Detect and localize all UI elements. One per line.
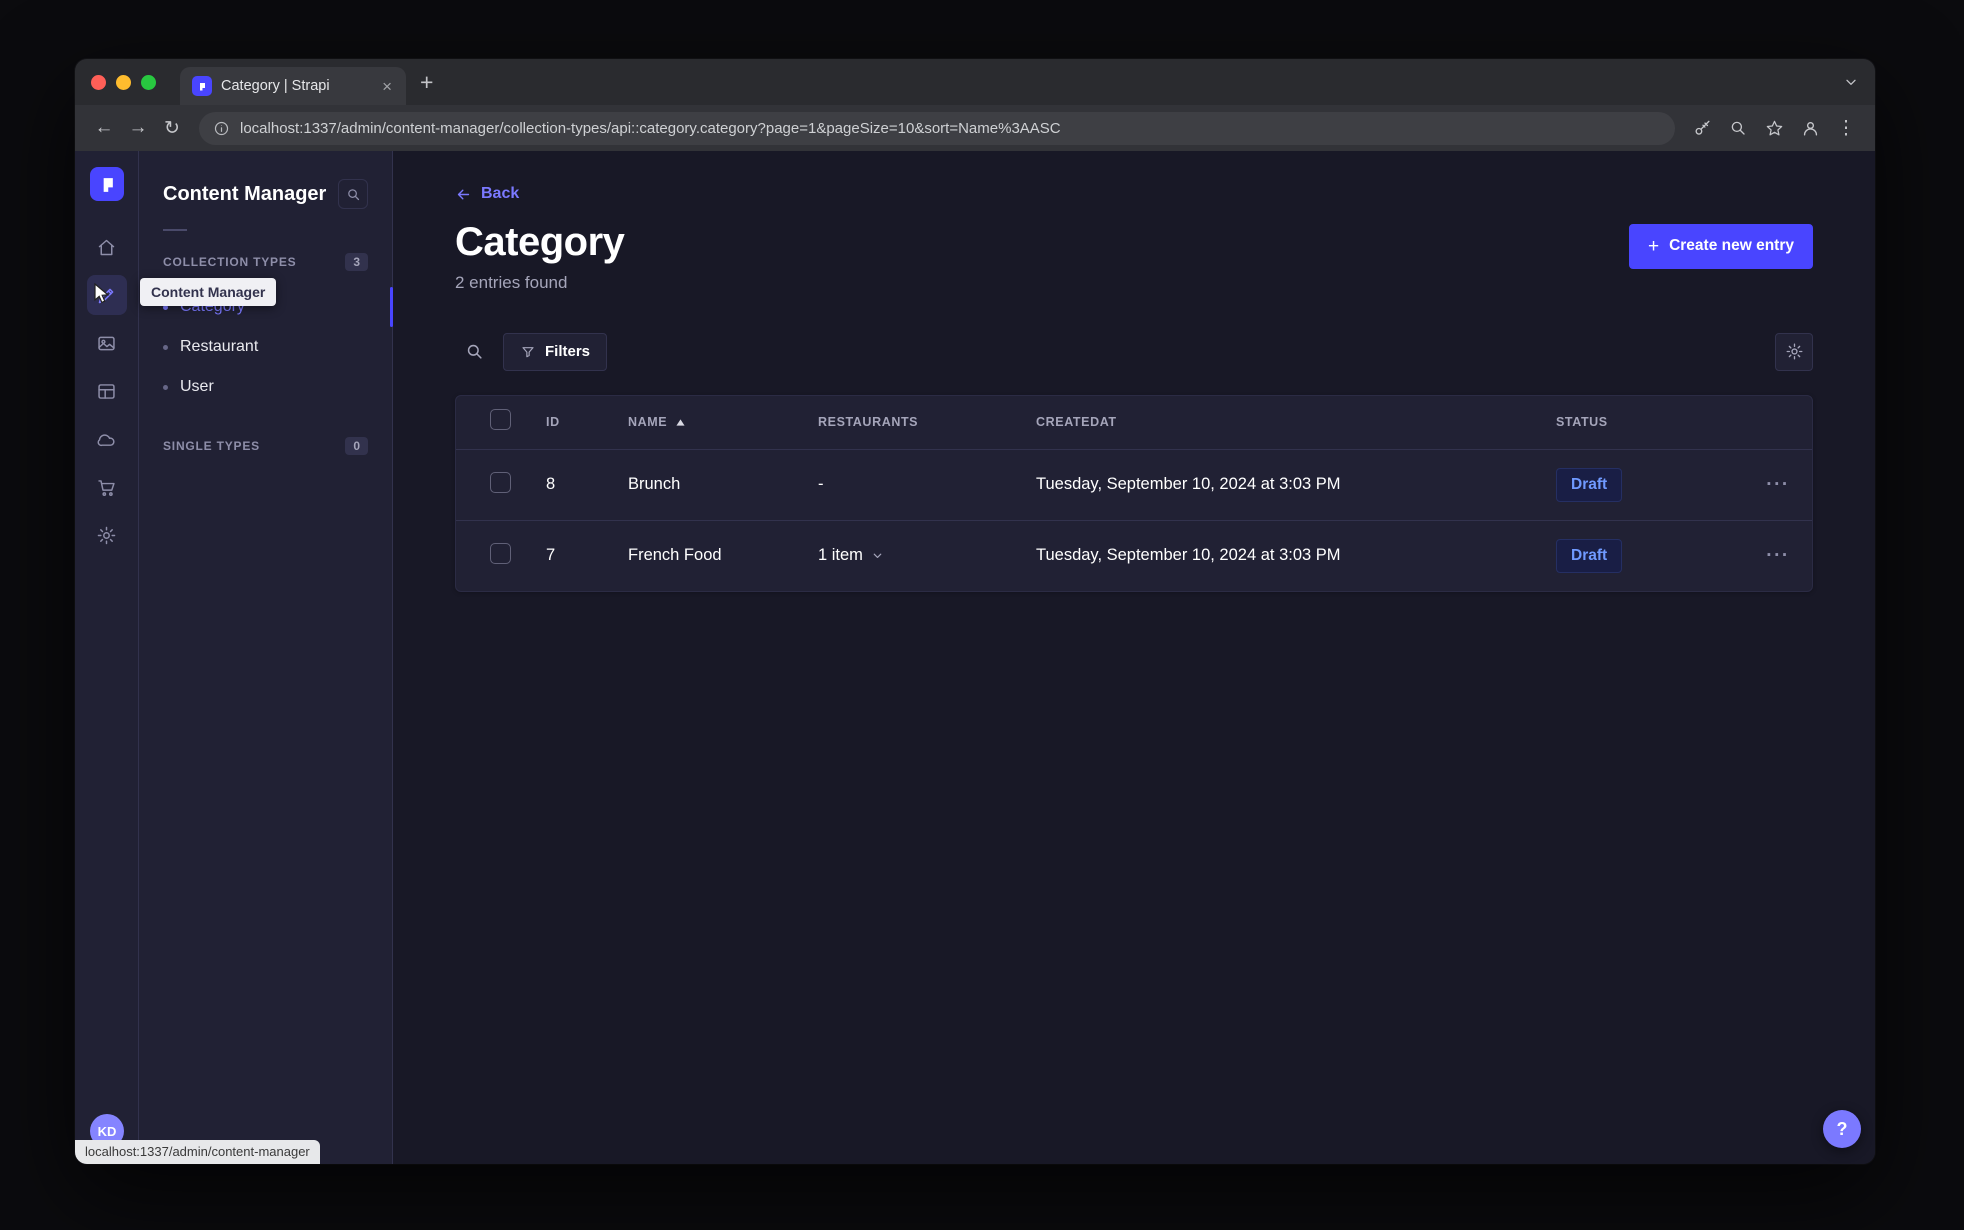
- arrow-left-icon: [457, 189, 470, 199]
- entries-table: ID NAME RESTAURANTS CREATEDAT STATUS 8 B…: [455, 394, 1813, 592]
- tab-close-icon[interactable]: ×: [378, 76, 396, 97]
- sidebar-item-label: Restaurant: [180, 338, 259, 355]
- status-badge: Draft: [1556, 538, 1623, 573]
- select-all-checkbox[interactable]: [490, 409, 511, 430]
- filters-label: Filters: [545, 343, 591, 360]
- entries-count: 2 entries found: [455, 272, 568, 292]
- nav-marketplace-cart-icon[interactable]: [87, 467, 127, 507]
- column-header-name[interactable]: NAME: [628, 415, 667, 429]
- cell-restaurants: -: [818, 475, 824, 493]
- strapi-app: KD Content Manager COLLECTION TYPES 3 Ca…: [75, 151, 1875, 1164]
- url-text: localhost:1337/admin/content-manager/col…: [240, 119, 1061, 137]
- sidebar-item-label: User: [180, 378, 214, 395]
- help-button[interactable]: ?: [1823, 1110, 1861, 1148]
- filter-funnel-icon: [522, 346, 534, 357]
- main-content: Back Category 2 entries found + Create n…: [393, 151, 1875, 1164]
- browser-window: Category | Strapi × + ← → ↻ localhost:13…: [75, 59, 1875, 1164]
- chevron-down-icon[interactable]: [871, 549, 884, 562]
- collection-types-section: COLLECTION TYPES 3: [139, 249, 392, 275]
- table-search-button[interactable]: [455, 333, 493, 371]
- gear-icon: [1786, 343, 1802, 360]
- create-button-label: Create new entry: [1669, 237, 1794, 254]
- row-checkbox[interactable]: [490, 542, 511, 564]
- nav-media-library-icon[interactable]: [87, 323, 127, 363]
- collection-types-count-badge: 3: [345, 253, 368, 271]
- column-header-createdat[interactable]: CREATEDAT: [1036, 415, 1556, 429]
- window-zoom-button[interactable]: [141, 74, 156, 90]
- single-types-section: SINGLE TYPES 0: [139, 433, 392, 459]
- filters-button[interactable]: Filters: [503, 332, 608, 371]
- row-actions-menu[interactable]: ···: [1766, 545, 1789, 566]
- nav-content-type-builder-icon[interactable]: [87, 371, 127, 411]
- cell-name: French Food: [628, 546, 722, 564]
- password-key-icon[interactable]: [1685, 111, 1719, 145]
- new-tab-button[interactable]: +: [420, 70, 433, 94]
- subnav-search-button[interactable]: [338, 179, 368, 209]
- strapi-logo[interactable]: [89, 167, 124, 201]
- tab-title: Category | Strapi: [221, 78, 330, 94]
- browser-tab-strip: Category | Strapi × +: [75, 59, 1875, 105]
- single-types-label: SINGLE TYPES: [163, 439, 260, 453]
- reload-button[interactable]: ↻: [155, 111, 189, 145]
- page-title: Category: [455, 219, 625, 264]
- tab-strip-chevron-icon[interactable]: [1843, 74, 1859, 90]
- subnav-divider: [163, 229, 187, 231]
- cell-createdat: Tuesday, September 10, 2024 at 3:03 PM: [1036, 475, 1341, 493]
- cell-restaurants: 1 item: [818, 546, 863, 564]
- forward-button[interactable]: →: [121, 111, 155, 145]
- toolbar-actions: ⋮: [1685, 111, 1863, 145]
- site-info-icon[interactable]: [213, 120, 230, 137]
- cell-id: 7: [546, 546, 556, 564]
- content-manager-tooltip: Content Manager: [140, 278, 277, 306]
- table-row[interactable]: 8 Brunch - Tuesday, September 10, 2024 a…: [456, 448, 1812, 520]
- subnav-title: Content Manager: [163, 182, 327, 205]
- view-settings-button[interactable]: [1775, 332, 1813, 371]
- column-header-restaurants[interactable]: RESTAURANTS: [818, 415, 1036, 429]
- browser-toolbar: ← → ↻ localhost:1337/admin/content-manag…: [75, 105, 1875, 151]
- nav-home-icon[interactable]: [87, 227, 127, 267]
- collection-types-label: COLLECTION TYPES: [163, 255, 297, 269]
- back-button[interactable]: ←: [87, 111, 121, 145]
- nav-deploy-cloud-icon[interactable]: [87, 419, 127, 459]
- nav-settings-gear-icon[interactable]: [87, 515, 127, 555]
- status-bar-link: localhost:1337/admin/content-manager: [75, 1140, 320, 1164]
- window-minimize-button[interactable]: [116, 74, 131, 90]
- status-badge: Draft: [1556, 467, 1623, 502]
- window-controls: [91, 74, 156, 90]
- column-header-status[interactable]: STATUS: [1556, 415, 1746, 429]
- cell-name: Brunch: [628, 475, 681, 493]
- browser-tab[interactable]: Category | Strapi ×: [180, 67, 406, 105]
- create-new-entry-button[interactable]: + Create new entry: [1628, 223, 1813, 269]
- sidebar-item-user[interactable]: User: [139, 367, 392, 407]
- profile-icon[interactable]: [1793, 111, 1827, 145]
- cell-id: 8: [546, 475, 556, 493]
- strapi-favicon-icon: [192, 76, 212, 96]
- window-close-button[interactable]: [91, 74, 106, 90]
- browser-menu-icon[interactable]: ⋮: [1829, 111, 1863, 145]
- sort-ascending-icon[interactable]: [675, 418, 686, 427]
- table-header-row: ID NAME RESTAURANTS CREATEDAT STATUS: [456, 396, 1812, 449]
- bullet-icon: [163, 344, 168, 350]
- row-actions-menu[interactable]: ···: [1766, 474, 1789, 495]
- mouse-cursor: [91, 283, 111, 305]
- active-item-indicator: [390, 287, 393, 327]
- single-types-count-badge: 0: [345, 437, 368, 455]
- cell-createdat: Tuesday, September 10, 2024 at 3:03 PM: [1036, 546, 1341, 564]
- table-row[interactable]: 7 French Food 1 item Tuesday, September …: [456, 519, 1812, 591]
- sidebar-item-restaurant[interactable]: Restaurant: [139, 327, 392, 367]
- column-header-id[interactable]: ID: [546, 415, 628, 429]
- address-bar[interactable]: localhost:1337/admin/content-manager/col…: [199, 111, 1675, 145]
- bookmark-star-icon[interactable]: [1757, 111, 1791, 145]
- plus-icon: +: [1647, 235, 1660, 257]
- zoom-icon[interactable]: [1721, 111, 1755, 145]
- row-checkbox[interactable]: [490, 471, 511, 493]
- back-label: Back: [481, 185, 520, 202]
- bullet-icon: [163, 384, 168, 390]
- back-link[interactable]: Back: [455, 185, 519, 203]
